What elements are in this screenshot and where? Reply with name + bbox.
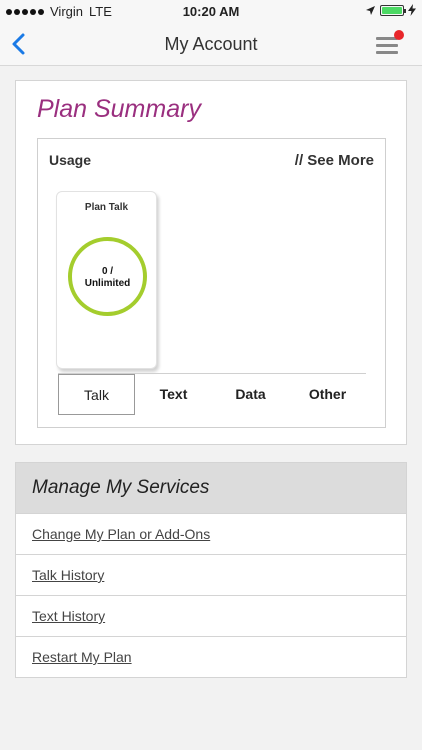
battery-icon <box>380 4 406 16</box>
plan-summary-card: Plan Summary Usage // See More Plan Talk… <box>15 80 407 445</box>
plan-talk-tile[interactable]: Plan Talk 0 / Unlimited <box>56 191 157 369</box>
location-arrow-icon <box>366 5 375 15</box>
plan-tile-title: Plan Talk <box>84 202 129 213</box>
restart-plan-link[interactable]: Restart My Plan <box>16 636 406 677</box>
status-bar: Virgin LTE 10:20 AM <box>0 0 422 22</box>
charging-bolt-icon <box>408 4 416 16</box>
manage-services-title: Manage My Services <box>16 463 406 513</box>
usage-label: Usage <box>49 152 92 168</box>
text-history-link[interactable]: Text History <box>16 595 406 636</box>
status-right <box>365 4 416 16</box>
plan-summary-title: Plan Summary <box>37 95 201 123</box>
usage-ring-text: 0 / Unlimited <box>72 266 143 290</box>
menu-button[interactable] <box>374 30 404 58</box>
tab-data[interactable]: Data <box>212 374 289 414</box>
tab-text[interactable]: Text <box>135 374 212 414</box>
usage-limit: Unlimited <box>84 278 131 289</box>
usage-used: 0 / <box>101 266 114 277</box>
usage-panel: Usage // See More Plan Talk 0 / Unlimite… <box>37 138 386 428</box>
status-time: 10:20 AM <box>182 4 240 19</box>
usage-ring: 0 / Unlimited <box>68 237 147 316</box>
change-plan-link[interactable]: Change My Plan or Add-Ons <box>16 513 406 554</box>
tab-other[interactable]: Other <box>289 374 366 414</box>
manage-services-section: Manage My Services Change My Plan or Add… <box>15 462 407 678</box>
tab-talk[interactable]: Talk <box>58 374 135 415</box>
page-title: My Account <box>164 34 258 54</box>
talk-history-link[interactable]: Talk History <box>16 554 406 595</box>
notification-badge <box>394 30 404 40</box>
usage-tabs: Talk Text Data Other <box>58 374 366 416</box>
see-more-link[interactable]: // See More <box>295 152 374 169</box>
navigation-bar: My Account <box>0 22 422 66</box>
